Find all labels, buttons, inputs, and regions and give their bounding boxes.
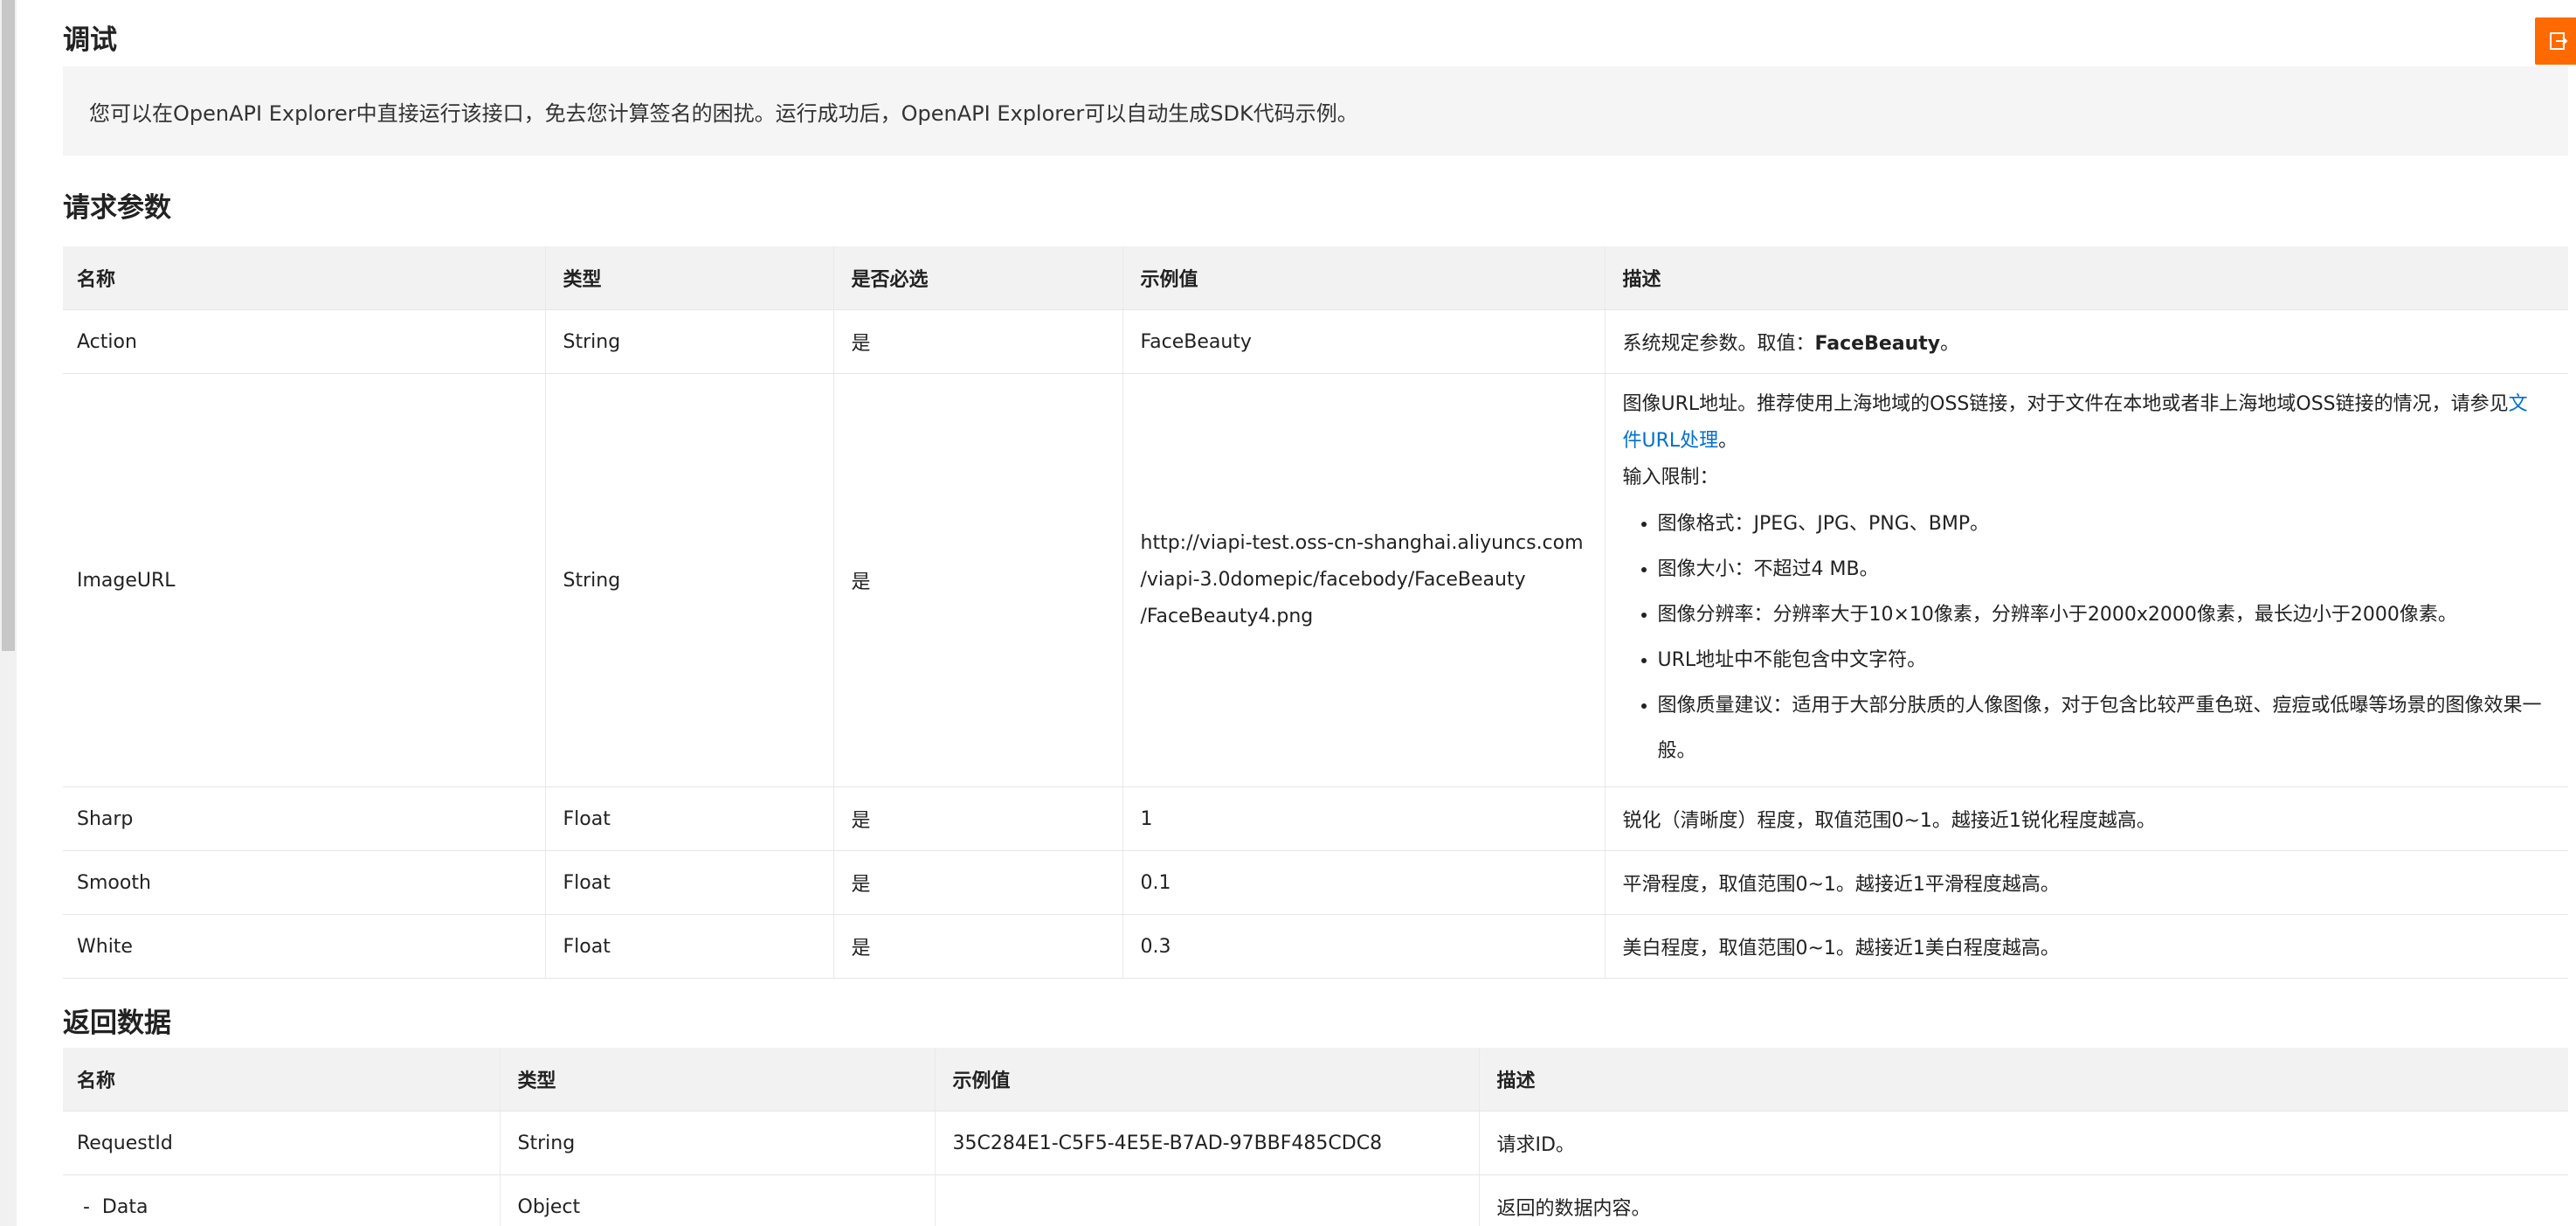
param-required: 是 <box>832 850 1122 915</box>
field-example <box>934 1174 1479 1226</box>
param-required: 是 <box>832 373 1122 787</box>
column-header-type: 类型 <box>499 1048 935 1112</box>
example-url-line: /viapi-3.0domepic/facebody/FaceBeauty <box>1140 569 1526 591</box>
column-header-description: 描述 <box>1478 1048 2568 1112</box>
param-required: 是 <box>832 309 1122 374</box>
param-description: 图像URL地址。推荐使用上海地域的OSS链接，对于文件在本地或者非上海地域OSS… <box>1604 373 2568 787</box>
column-header-example: 示例值 <box>934 1048 1479 1112</box>
param-required: 是 <box>832 786 1122 851</box>
table-row: Smooth Float 是 0.1 平滑程度，取值范围0~1。越接近1平滑程度… <box>63 850 2568 915</box>
param-name: Sharp <box>63 786 545 851</box>
field-example: 35C284E1-C5F5-4E5E-B7AD-97BBF485CDC8 <box>934 1111 1479 1175</box>
column-header-example: 示例值 <box>1122 246 1605 310</box>
request-params-table: 名称 类型 是否必选 示例值 描述 Action String 是 FaceBe… <box>63 246 2568 979</box>
page-scrollbar-thumb[interactable] <box>2 0 15 651</box>
desc-value-strong: FaceBeauty <box>1814 333 1941 355</box>
param-description: 美白程度，取值范围0~1。越接近1美白程度越高。 <box>1604 914 2568 979</box>
list-item: 图像格式：JPEG、JPG、PNG、BMP。 <box>1658 502 2543 547</box>
param-example: FaceBeauty <box>1122 309 1605 374</box>
table-header-row: 名称 类型 是否必选 示例值 描述 <box>63 246 2568 310</box>
column-header-name: 名称 <box>63 246 545 310</box>
param-required: 是 <box>832 914 1122 979</box>
debug-info-box: 您可以在OpenAPI Explorer中直接运行该接口，免去您计算签名的困扰。… <box>63 66 2568 156</box>
column-header-description: 描述 <box>1604 246 2568 310</box>
column-header-required: 是否必选 <box>832 246 1122 310</box>
external-debug-icon <box>2549 32 2567 50</box>
field-description: 返回的数据内容。 <box>1478 1174 2568 1226</box>
table-row: White Float 是 0.3 美白程度，取值范围0~1。越接近1美白程度越… <box>63 914 2568 979</box>
param-description: 系统规定参数。取值：FaceBeauty。 <box>1604 309 2568 374</box>
desc-text-end: 。 <box>1940 333 1960 355</box>
param-type: Float <box>544 850 833 915</box>
column-header-type: 类型 <box>544 246 833 310</box>
field-name: RequestId <box>63 1111 500 1175</box>
param-name: Smooth <box>63 850 545 915</box>
page-scrollbar-track[interactable] <box>0 0 17 1226</box>
param-type: Float <box>544 914 833 979</box>
response-data-table: 名称 类型 示例值 描述 RequestId String 35C284E1-C… <box>63 1048 2568 1226</box>
desc-intro: 图像URL地址。推荐使用上海地域的OSS链接，对于文件在本地或者非上海地域OSS… <box>1623 386 2543 460</box>
table-row: - Data Object 返回的数据内容。 <box>63 1174 2568 1226</box>
table-row: Action String 是 FaceBeauty 系统规定参数。取值：Fac… <box>63 309 2568 374</box>
description-block: 图像URL地址。推荐使用上海地域的OSS链接，对于文件在本地或者非上海地域OSS… <box>1623 374 2543 786</box>
field-description: 请求ID。 <box>1478 1111 2568 1175</box>
table-row: ImageURL String 是 http://viapi-test.oss-… <box>63 373 2568 787</box>
debug-button[interactable]: 调试 <box>2535 17 2576 65</box>
list-item: 图像质量建议：适用于大部分肤质的人像图像，对于包含比较严重色斑、痘痘或低曝等场景… <box>1658 683 2543 774</box>
param-example: http://viapi-test.oss-cn-shanghai.aliyun… <box>1122 373 1605 787</box>
param-name: ImageURL <box>63 373 545 787</box>
param-example: 0.1 <box>1122 850 1605 915</box>
response-data-title: 返回数据 <box>63 1008 171 1039</box>
param-type: Float <box>544 786 833 851</box>
desc-text: 系统规定参数。取值： <box>1622 333 1815 355</box>
desc-limits-list: 图像格式：JPEG、JPG、PNG、BMP。 图像大小：不超过4 MB。 图像分… <box>1623 502 2543 774</box>
table-row: RequestId String 35C284E1-C5F5-4E5E-B7AD… <box>63 1111 2568 1175</box>
param-name: White <box>63 914 545 979</box>
param-example: 0.3 <box>1122 914 1605 979</box>
param-type: String <box>544 373 833 787</box>
desc-limit-label: 输入限制： <box>1622 467 1719 488</box>
param-description: 平滑程度，取值范围0~1。越接近1平滑程度越高。 <box>1604 850 2568 915</box>
debug-section-title: 调试 <box>63 24 117 56</box>
field-name: - Data <box>63 1174 500 1226</box>
table-header-row: 名称 类型 示例值 描述 <box>63 1048 2568 1112</box>
desc-intro-text: 图像URL地址。推荐使用上海地域的OSS链接，对于文件在本地或者非上海地域OSS… <box>1622 393 2509 415</box>
list-item: 图像大小：不超过4 MB。 <box>1658 547 2543 592</box>
param-type: String <box>544 309 833 374</box>
desc-intro-end: 。 <box>1718 430 1738 452</box>
request-params-title: 请求参数 <box>63 192 171 224</box>
field-type: String <box>499 1111 935 1175</box>
param-name: Action <box>63 309 545 374</box>
param-description: 锐化（清晰度）程度，取值范围0~1。越接近1锐化程度越高。 <box>1604 786 2568 851</box>
example-url-line: /FaceBeauty4.png <box>1140 606 1314 627</box>
param-example: 1 <box>1122 786 1605 851</box>
example-url-line: http://viapi-test.oss-cn-shanghai.aliyun… <box>1140 532 1584 554</box>
table-row: Sharp Float 是 1 锐化（清晰度）程度，取值范围0~1。越接近1锐化… <box>63 786 2568 851</box>
column-header-name: 名称 <box>63 1048 500 1112</box>
list-item: 图像分辨率：分辨率大于10×10像素，分辨率小于2000x2000像素，最长边小… <box>1658 592 2543 638</box>
field-type: Object <box>499 1174 935 1226</box>
list-item: URL地址中不能包含中文字符。 <box>1658 638 2543 683</box>
api-doc-page: 调试 调试 您可以在OpenAPI Explorer中直接运行该接口，免去您计算… <box>0 0 2576 1226</box>
debug-info-text: 您可以在OpenAPI Explorer中直接运行该接口，免去您计算签名的困扰。… <box>89 100 1358 126</box>
